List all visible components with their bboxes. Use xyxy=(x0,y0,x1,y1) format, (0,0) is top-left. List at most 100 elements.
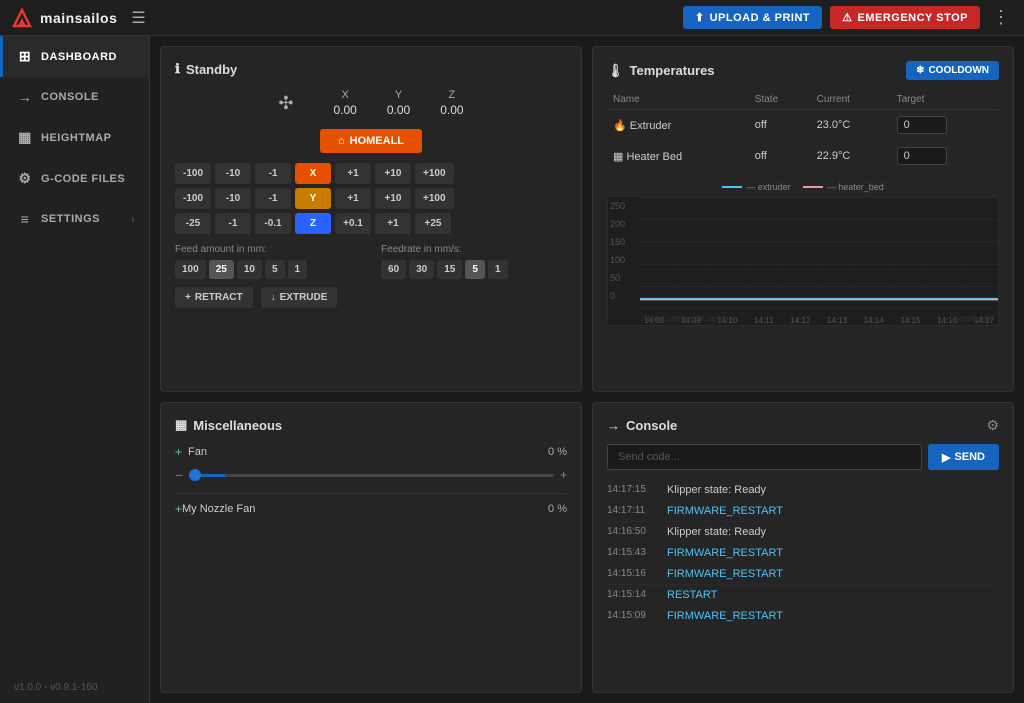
jog-z-axis[interactable]: Z xyxy=(295,213,331,234)
feedrate-30[interactable]: 30 xyxy=(409,260,434,279)
sidebar-item-heightmap[interactable]: ▦ HEIGHTMAP xyxy=(0,117,149,158)
standby-title: ℹ Standby xyxy=(175,61,567,77)
feed-5[interactable]: 5 xyxy=(265,260,285,279)
extruder-icon: 🔥 xyxy=(613,120,627,132)
temp-chart: 250 200 150 100 50 0 xyxy=(607,196,999,326)
axis-display: ✣ X 0.00 Y 0.00 Z 0.00 xyxy=(175,89,567,117)
extrude-button[interactable]: ↓ EXTRUDE xyxy=(261,287,338,308)
jog-y-plus1[interactable]: +1 xyxy=(335,188,371,209)
temperatures-panel: 🌡 Temperatures ❄ COOLDOWN Name State Cur… xyxy=(592,46,1014,392)
jog-x-minus10[interactable]: -10 xyxy=(215,163,251,184)
hamburger-button[interactable]: ☰ xyxy=(127,4,149,32)
send-icon: ▶ xyxy=(942,451,950,464)
cooldown-icon: ❄ xyxy=(916,65,924,76)
log-entry: 14:16:50 Klipper state: Ready xyxy=(607,522,999,543)
jog-x-minus1[interactable]: -1 xyxy=(255,163,291,184)
temp-title-icon: 🌡 xyxy=(607,63,624,79)
fan-row: + Fan 0 % xyxy=(175,445,567,459)
nozzle-expand-icon[interactable]: + xyxy=(175,502,182,516)
feed-1[interactable]: 1 xyxy=(288,260,308,279)
fan-slider[interactable] xyxy=(189,474,554,477)
jog-y-minus1[interactable]: -1 xyxy=(255,188,291,209)
logo-icon xyxy=(10,6,34,30)
send-row: ▶ SEND xyxy=(607,444,999,470)
jog-x-plus100[interactable]: +100 xyxy=(415,163,454,184)
chart-area xyxy=(640,197,998,309)
retract-button[interactable]: + RETRACT xyxy=(175,287,253,308)
home-icon: ⌂ xyxy=(338,135,345,147)
log-entry: 14:15:16 FIRMWARE_RESTART xyxy=(607,564,999,585)
console-panel: → Console ⚙ ▶ SEND 14:17:15 Klipper stat… xyxy=(592,402,1014,693)
feed-25[interactable]: 25 xyxy=(209,260,234,279)
jog-z-plus01[interactable]: +0.1 xyxy=(335,213,371,234)
feedrate-15[interactable]: 15 xyxy=(437,260,462,279)
console-settings-icon[interactable]: ⚙ xyxy=(986,417,999,434)
retract-icon: + xyxy=(185,292,191,303)
send-code-input[interactable] xyxy=(607,444,922,470)
extruder-target-input[interactable] xyxy=(897,116,947,134)
log-entry: 14:15:14 RESTART xyxy=(607,585,999,606)
info-icon: ℹ xyxy=(175,61,180,77)
feedrate-5[interactable]: 5 xyxy=(465,260,485,279)
sidebar-item-dashboard[interactable]: ⊞ DASHBOARD xyxy=(0,36,149,77)
feedrate-60[interactable]: 60 xyxy=(381,260,406,279)
jog-y-minus100[interactable]: -100 xyxy=(175,188,211,209)
y-jog-row: -100 -10 -1 Y +1 +10 +100 xyxy=(175,188,567,209)
home-all-button[interactable]: ⌂ HOMEALL xyxy=(320,129,422,153)
fan-slider-row: − + xyxy=(175,467,567,483)
feedrate-group: Feedrate in mm/s: 60 30 15 5 1 xyxy=(381,244,567,279)
temp-table-header: Name State Current Target xyxy=(607,90,999,110)
jog-x-minus100[interactable]: -100 xyxy=(175,163,211,184)
topbar: mainsailos ☰ ⬆ Upload & Print ⚠ Emergenc… xyxy=(0,0,1024,36)
feed-10[interactable]: 10 xyxy=(237,260,262,279)
sidebar-item-gcode[interactable]: ⚙ G-CODE FILES xyxy=(0,158,149,199)
chart-legend: — extruder — heater_bed xyxy=(607,182,999,192)
feed-amount-buttons: 100 25 10 5 1 xyxy=(175,260,361,279)
jog-z-minus01[interactable]: -0.1 xyxy=(255,213,291,234)
divider xyxy=(175,493,567,494)
log-entry: 14:17:15 Klipper state: Ready xyxy=(607,480,999,501)
jog-y-plus10[interactable]: +10 xyxy=(375,188,411,209)
main-layout: ⊞ DASHBOARD → CONSOLE ▦ HEIGHTMAP ⚙ G-CO… xyxy=(0,36,1024,703)
sidebar-item-settings[interactable]: ≡ SETTINGS › xyxy=(0,199,149,239)
jog-y-axis[interactable]: Y xyxy=(295,188,331,209)
content: ℹ Standby ✣ X 0.00 Y 0.00 Z 0.00 xyxy=(150,36,1024,703)
jog-z-plus25[interactable]: +25 xyxy=(415,213,451,234)
nozzle-label: My Nozzle Fan xyxy=(182,503,548,515)
bed-icon: ▦ xyxy=(613,151,623,163)
jog-y-minus10[interactable]: -10 xyxy=(215,188,251,209)
jog-x-plus10[interactable]: +10 xyxy=(375,163,411,184)
fan-minus-icon[interactable]: − xyxy=(175,467,183,483)
log-entry: 14:15:09 FIRMWARE_RESTART xyxy=(607,606,999,627)
jog-x-plus1[interactable]: +1 xyxy=(335,163,371,184)
extrude-icon: ↓ xyxy=(271,292,276,303)
cooldown-button[interactable]: ❄ COOLDOWN xyxy=(906,61,999,80)
jog-x-axis[interactable]: X xyxy=(295,163,331,184)
z-jog-row: -25 -1 -0.1 Z +0.1 +1 +25 xyxy=(175,213,567,234)
axis-y: Y 0.00 xyxy=(387,89,410,117)
extruder-legend-color xyxy=(722,186,742,188)
miscellaneous-panel: ▦ Miscellaneous + Fan 0 % − + + My Nozzl… xyxy=(160,402,582,693)
bed-target-input[interactable] xyxy=(897,147,947,165)
jog-z-minus25[interactable]: -25 xyxy=(175,213,211,234)
jog-y-plus100[interactable]: +100 xyxy=(415,188,454,209)
sidebar-item-label: CONSOLE xyxy=(41,91,99,103)
send-button[interactable]: ▶ SEND xyxy=(928,444,999,470)
temp-row-bed: ▦ Heater Bed off 22.9°C xyxy=(607,141,999,172)
jog-z-plus1[interactable]: +1 xyxy=(375,213,411,234)
feed-100[interactable]: 100 xyxy=(175,260,206,279)
emergency-stop-button[interactable]: ⚠ Emergency Stop xyxy=(830,6,980,29)
fan-plus-icon[interactable]: + xyxy=(560,468,567,482)
feed-amount-label: Feed amount in mm: xyxy=(175,244,361,255)
gcode-icon: ⚙ xyxy=(17,170,33,187)
axis-z: Z 0.00 xyxy=(440,89,463,117)
app-name: mainsailos xyxy=(40,10,117,26)
sidebar-item-console[interactable]: → CONSOLE xyxy=(0,77,149,117)
sidebar-item-label: HEIGHTMAP xyxy=(41,132,112,144)
upload-print-button[interactable]: ⬆ Upload & Print xyxy=(683,6,822,29)
jog-z-minus1[interactable]: -1 xyxy=(215,213,251,234)
feedrate-1[interactable]: 1 xyxy=(488,260,508,279)
fan-expand-icon[interactable]: + xyxy=(175,445,182,459)
more-options-button[interactable]: ⋮ xyxy=(988,7,1014,28)
emergency-label: Emergency Stop xyxy=(857,12,968,24)
